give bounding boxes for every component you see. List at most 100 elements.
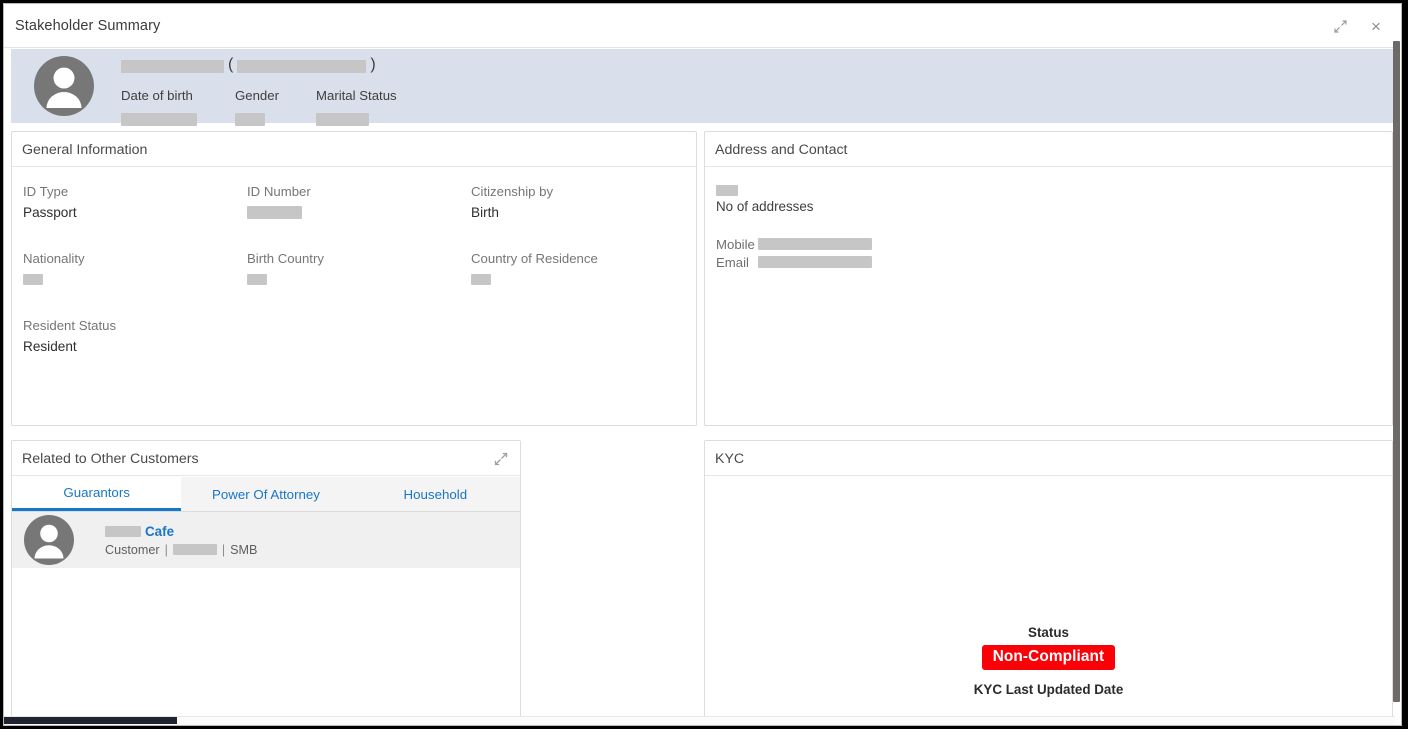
kyc-last-updated-label: KYC Last Updated Date bbox=[705, 682, 1392, 697]
meta-separator: | bbox=[165, 543, 168, 557]
kyc-status-block: Status Non-Compliant KYC Last Updated Da… bbox=[705, 625, 1392, 697]
stakeholder-alias-redacted bbox=[237, 60, 366, 73]
field-value bbox=[247, 270, 460, 288]
field-country-of-residence: Country of Residence bbox=[460, 251, 684, 288]
field-resident-status: Resident Status Resident bbox=[12, 318, 236, 355]
contact-label: Mobile bbox=[716, 237, 758, 252]
card-header: Address and Contact bbox=[705, 132, 1392, 167]
status-badge: Non-Compliant bbox=[982, 645, 1116, 670]
general-information-body: ID Type Passport ID Number Citizenship b… bbox=[12, 168, 696, 425]
stakeholder-name-line: ( ) bbox=[121, 53, 1383, 79]
country-of-residence-redacted bbox=[471, 274, 491, 285]
kyc-body: Status Non-Compliant KYC Last Updated Da… bbox=[705, 477, 1392, 724]
marital-status-redacted bbox=[316, 113, 369, 126]
dialog-titlebar: Stakeholder Summary × bbox=[4, 4, 1397, 48]
tab-guarantors[interactable]: Guarantors bbox=[12, 477, 181, 511]
stakeholder-banner: ( ) Date of birth Gender bbox=[11, 49, 1393, 123]
nationality-redacted bbox=[23, 274, 43, 285]
kyc-card: KYC Status Non-Compliant KYC Last Update… bbox=[704, 440, 1393, 725]
general-info-row: ID Type Passport ID Number Citizenship b… bbox=[12, 184, 696, 221]
customer-id-redacted bbox=[173, 544, 217, 555]
stakeholder-identity: ( ) Date of birth Gender bbox=[121, 53, 1383, 123]
date-of-birth-redacted bbox=[121, 113, 197, 126]
birth-country-redacted bbox=[247, 274, 267, 285]
list-item-info: Cafe Customer | | SMB bbox=[105, 524, 257, 557]
stakeholder-name-redacted bbox=[121, 60, 224, 73]
field-nationality: Nationality bbox=[12, 251, 236, 288]
customer-name-prefix-redacted bbox=[105, 526, 141, 537]
list-item[interactable]: Cafe Customer | | SMB bbox=[12, 512, 520, 568]
field-value: Birth bbox=[471, 203, 684, 221]
field-citizenship-by: Citizenship by Birth bbox=[460, 184, 684, 221]
banner-field-gender: Gender bbox=[235, 88, 316, 124]
paren-open: ( bbox=[228, 57, 233, 73]
field-value bbox=[247, 203, 460, 221]
list-item-meta: Customer | | SMB bbox=[105, 543, 257, 557]
field-birth-country: Birth Country bbox=[236, 251, 460, 288]
banner-field-label: Gender bbox=[235, 88, 316, 103]
stakeholder-banner-fields: Date of birth Gender Marital Status bbox=[121, 88, 1383, 124]
related-to-other-customers-title: Related to Other Customers bbox=[22, 451, 199, 467]
card-header: KYC bbox=[705, 441, 1392, 476]
address-count-label: No of addresses bbox=[716, 199, 1392, 214]
person-avatar-icon bbox=[33, 55, 95, 117]
stakeholder-summary-dialog: Stakeholder Summary × bbox=[3, 3, 1402, 726]
field-id-number: ID Number bbox=[236, 184, 460, 221]
field-id-type: ID Type Passport bbox=[12, 184, 236, 221]
banner-field-value bbox=[121, 111, 235, 124]
general-info-row: Resident Status Resident bbox=[12, 318, 696, 355]
id-number-redacted bbox=[247, 206, 302, 219]
field-label: Nationality bbox=[23, 251, 236, 266]
customer-name-text: Cafe bbox=[145, 524, 174, 539]
address-count-redacted bbox=[716, 185, 738, 196]
field-label: ID Number bbox=[247, 184, 460, 199]
paren-close: ) bbox=[370, 57, 375, 73]
address-and-contact-body: No of addresses Mobile Email bbox=[705, 168, 1392, 425]
gender-redacted bbox=[235, 113, 265, 126]
expand-diagonal-icon[interactable] bbox=[493, 451, 509, 467]
address-count-value bbox=[716, 182, 738, 193]
close-icon[interactable]: × bbox=[1365, 15, 1387, 37]
card-header: General Information bbox=[12, 132, 696, 167]
page-title: Stakeholder Summary bbox=[15, 18, 160, 34]
horizontal-scrollbar[interactable] bbox=[4, 716, 1395, 725]
address-summary: No of addresses Mobile Email bbox=[705, 168, 1392, 271]
banner-field-marital-status: Marital Status bbox=[316, 88, 456, 124]
app-frame: Stakeholder Summary × bbox=[0, 0, 1408, 729]
list-item-name[interactable]: Cafe bbox=[105, 524, 257, 539]
contact-label: Email bbox=[716, 255, 758, 270]
field-label: Resident Status bbox=[23, 318, 236, 333]
general-info-row: Nationality Birth Country bbox=[12, 251, 696, 288]
related-to-other-customers-body: Guarantors Power Of Attorney Household bbox=[12, 477, 520, 724]
address-and-contact-title: Address and Contact bbox=[715, 142, 848, 158]
kyc-title: KYC bbox=[715, 451, 744, 467]
field-label: Citizenship by bbox=[471, 184, 684, 199]
customer-type: Customer bbox=[105, 543, 160, 557]
related-to-other-customers-card: Related to Other Customers Guarantors Po… bbox=[11, 440, 521, 725]
card-header: Related to Other Customers bbox=[12, 441, 520, 476]
horizontal-scrollbar-thumb[interactable] bbox=[4, 717, 177, 724]
related-customers-tabs: Guarantors Power Of Attorney Household bbox=[12, 477, 520, 512]
field-label: ID Type bbox=[23, 184, 236, 199]
contact-details: Mobile Email bbox=[716, 235, 1392, 271]
banner-field-date-of-birth: Date of birth bbox=[121, 88, 235, 124]
guarantors-list: Cafe Customer | | SMB bbox=[12, 512, 520, 724]
meta-separator: | bbox=[222, 543, 225, 557]
email-redacted bbox=[758, 256, 872, 268]
vertical-scrollbar[interactable] bbox=[1393, 4, 1401, 725]
general-information-title: General Information bbox=[22, 142, 147, 158]
address-and-contact-card: Address and Contact No of addresses Mobi… bbox=[704, 131, 1393, 426]
tab-power-of-attorney[interactable]: Power Of Attorney bbox=[181, 477, 350, 511]
close-glyph: × bbox=[1371, 18, 1381, 35]
customer-segment: SMB bbox=[230, 543, 257, 557]
field-label: Birth Country bbox=[247, 251, 460, 266]
tab-household[interactable]: Household bbox=[351, 477, 520, 511]
restore-icon[interactable] bbox=[1329, 15, 1351, 37]
field-value: Passport bbox=[23, 203, 236, 221]
banner-field-value bbox=[235, 111, 316, 124]
kyc-status-label: Status bbox=[705, 625, 1392, 640]
field-label: Country of Residence bbox=[471, 251, 684, 266]
vertical-scrollbar-thumb[interactable] bbox=[1393, 41, 1400, 702]
contact-email: Email bbox=[716, 253, 1392, 271]
contact-mobile: Mobile bbox=[716, 235, 1392, 253]
